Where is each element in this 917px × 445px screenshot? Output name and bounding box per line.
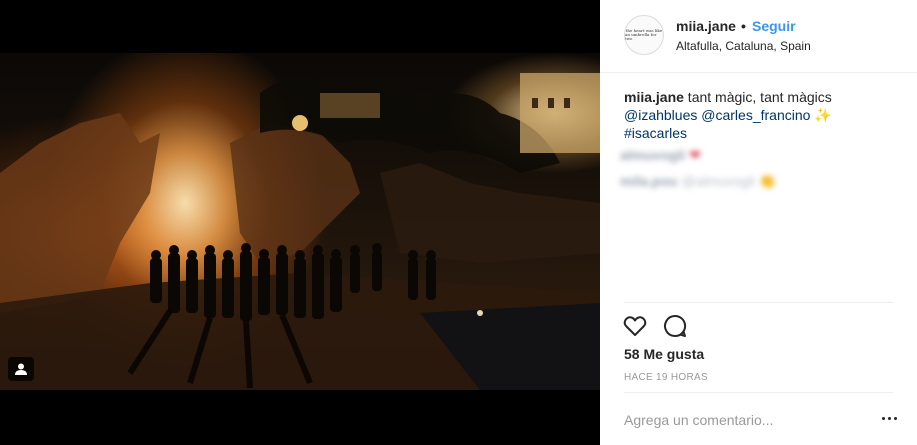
caption-mention-carles[interactable]: @carles_francino <box>701 107 810 123</box>
clap-emoji: 👏 <box>758 173 777 189</box>
post-caption: miia.jane tant màgic, tant màgics @izahb… <box>624 88 899 142</box>
divider <box>624 392 893 393</box>
more-options-icon[interactable] <box>882 414 898 422</box>
location-link[interactable]: Altafulla, Cataluna, Spain <box>676 39 811 53</box>
post-timestamp[interactable]: HACE 19 HORAS <box>624 372 708 383</box>
divider <box>624 302 893 303</box>
likes-count[interactable]: 58 Me gusta <box>624 346 704 362</box>
blurred-comment-user: almuvogli <box>620 147 686 163</box>
caption-username[interactable]: miia.jane <box>624 89 684 105</box>
follow-button[interactable]: Seguir <box>752 18 796 34</box>
avatar[interactable]: the heart was like an umbrella for two <box>624 15 664 55</box>
blurred-comment-text: @almuvogli <box>681 173 755 189</box>
sparkles-emoji: ✨ <box>810 107 832 123</box>
heart-emoji: ❤ <box>689 147 701 163</box>
post-media <box>0 0 600 445</box>
username-link[interactable]: miia.jane <box>676 18 736 34</box>
caption-mention-izahblues[interactable]: @izahblues <box>624 107 697 123</box>
avatar-text-line-2: an umbrella for two <box>625 32 657 41</box>
caption-text: tant màgic, tant màgics <box>683 89 832 105</box>
post-header: the heart was like an umbrella for two m… <box>600 0 917 73</box>
comment-icon[interactable] <box>662 313 688 339</box>
blurred-comment: mila.pou @almuvogli 👏 <box>620 172 776 190</box>
post-photo[interactable] <box>0 53 600 390</box>
blurred-comment-user: mila.pou <box>620 173 678 189</box>
post-actions <box>622 313 688 339</box>
bonfire-scene <box>0 73 600 390</box>
separator-dot: • <box>741 18 746 34</box>
comment-input[interactable] <box>624 409 864 431</box>
caption-hashtag[interactable]: #isacarles <box>624 125 687 141</box>
heart-icon[interactable] <box>622 313 648 339</box>
user-tag-icon[interactable] <box>8 357 34 381</box>
blurred-comment: almuvogli ❤ <box>620 146 701 164</box>
post-details-panel: the heart was like an umbrella for two m… <box>600 0 917 445</box>
